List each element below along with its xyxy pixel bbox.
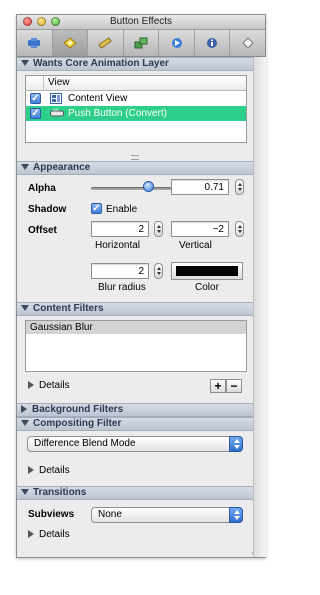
add-filter-button[interactable]: + [210,379,226,393]
section-title: Wants Core Animation Layer [33,58,169,69]
disclosure-triangle-icon [28,466,34,475]
window-title: Button Effects [109,16,173,27]
offset-label: Offset [28,225,57,236]
popup-arrows-icon [229,507,243,523]
tab-bindings[interactable] [124,30,160,56]
inspector-panel: Button Effects Wants Core Animation Laye… [16,14,266,558]
details-label: Details [39,380,70,391]
tab-size[interactable] [88,30,124,56]
column-divider [43,76,44,90]
table-row-selected[interactable]: ✓ OK Push Button (Convert) [26,106,246,121]
popup-value: None [98,509,122,520]
shadow-color-well[interactable] [171,262,243,280]
row-label: Push Button (Convert) [68,108,167,119]
view-icon [50,93,62,104]
inspector-content: Wants Core Animation Layer View ✓ Conten… [17,57,261,557]
resize-handle[interactable] [131,155,139,160]
alpha-slider-knob[interactable] [142,181,154,192]
section-title: Background Filters [32,404,124,415]
compositing-details[interactable]: Details [28,465,70,476]
section-header-content-filters[interactable]: Content Filters [17,302,253,316]
alpha-label: Alpha [28,183,56,194]
compositing-filter-popup[interactable]: Difference Blend Mode [27,436,243,452]
disclosure-triangle-icon [21,405,27,414]
disclosure-triangle-icon [21,305,29,312]
alpha-stepper[interactable] [235,179,244,195]
offset-horizontal-stepper[interactable] [154,221,163,237]
content-filters-list: Gaussian Blur [25,320,247,372]
column-header-view: View [48,77,70,88]
tab-attributes[interactable] [17,30,53,56]
disclosure-triangle-icon [21,164,29,171]
layer-checkbox-push-button[interactable]: ✓ [30,108,41,119]
section-header-background-filters[interactable]: Background Filters [17,403,253,417]
disclosure-triangle-icon [21,489,29,496]
table-header[interactable]: View [26,76,246,91]
connections-inspector-icon [171,38,182,48]
tab-applescript[interactable] [230,30,265,56]
layer-checkbox-content-view[interactable]: ✓ [30,93,41,104]
remove-filter-button[interactable]: − [226,379,242,393]
alpha-field[interactable]: 0.71 [171,179,229,195]
details-label: Details [39,529,70,540]
shadow-label: Shadow [28,204,67,215]
vertical-scrollbar[interactable] [253,57,266,557]
shadow-enable-checkbox[interactable]: ✓ [91,203,102,214]
tab-identity[interactable] [195,30,231,56]
effects-inspector-icon [63,37,77,49]
bindings-inspector-icon [134,37,148,49]
offset-horizontal-field[interactable]: 2 [91,221,149,237]
horizontal-caption: Horizontal [95,240,141,251]
section-title: Transitions [33,487,87,498]
alpha-slider-track[interactable] [91,187,171,190]
row-label: Content View [68,93,128,104]
popup-value: Difference Blend Mode [34,438,136,449]
color-swatch [176,266,238,276]
size-inspector-icon [98,37,113,49]
disclosure-triangle-icon [28,530,34,539]
section-header-transitions[interactable]: Transitions [17,486,253,500]
offset-vertical-field[interactable]: −2 [171,221,229,237]
section-header-layer[interactable]: Wants Core Animation Layer [17,57,253,71]
section-title: Appearance [33,162,91,173]
details-label: Details [39,465,70,476]
content-filters-details[interactable]: Details [28,380,70,391]
blur-radius-field[interactable]: 2 [91,263,149,279]
applescript-inspector-icon [242,37,254,49]
filter-name: Gaussian Blur [30,322,93,333]
section-title: Content Filters [33,303,104,314]
disclosure-triangle-icon [21,420,29,427]
section-header-appearance[interactable]: Appearance [17,161,253,175]
inspector-toolbar [17,30,265,57]
subviews-label: Subviews [28,509,75,520]
tab-effects[interactable] [52,30,89,56]
svg-text:OK: OK [53,108,59,112]
push-button-icon: OK [50,108,64,117]
subviews-popup[interactable]: None [91,507,243,523]
section-header-compositing[interactable]: Compositing Filter [17,417,253,431]
disclosure-triangle-icon [28,381,34,390]
attributes-inspector-icon [28,38,41,48]
disclosure-triangle-icon [21,60,29,67]
transitions-details[interactable]: Details [28,529,70,540]
title-bar[interactable]: Button Effects [17,15,265,30]
list-item[interactable]: Gaussian Blur [26,321,246,334]
tab-connections[interactable] [159,30,195,56]
color-caption: Color [195,282,219,293]
shadow-enable-label: Enable [106,204,138,215]
vertical-caption: Vertical [179,240,212,251]
section-title: Compositing Filter [33,418,122,429]
blur-radius-stepper[interactable] [154,263,163,279]
popup-arrows-icon [229,436,243,452]
identity-inspector-icon [207,38,218,48]
offset-vertical-stepper[interactable] [235,221,244,237]
blur-radius-caption: Blur radius [98,282,146,293]
table-row[interactable]: ✓ Content View [26,91,246,106]
layer-table: View ✓ Content View ✓ OK Push Button (Co… [25,75,247,143]
